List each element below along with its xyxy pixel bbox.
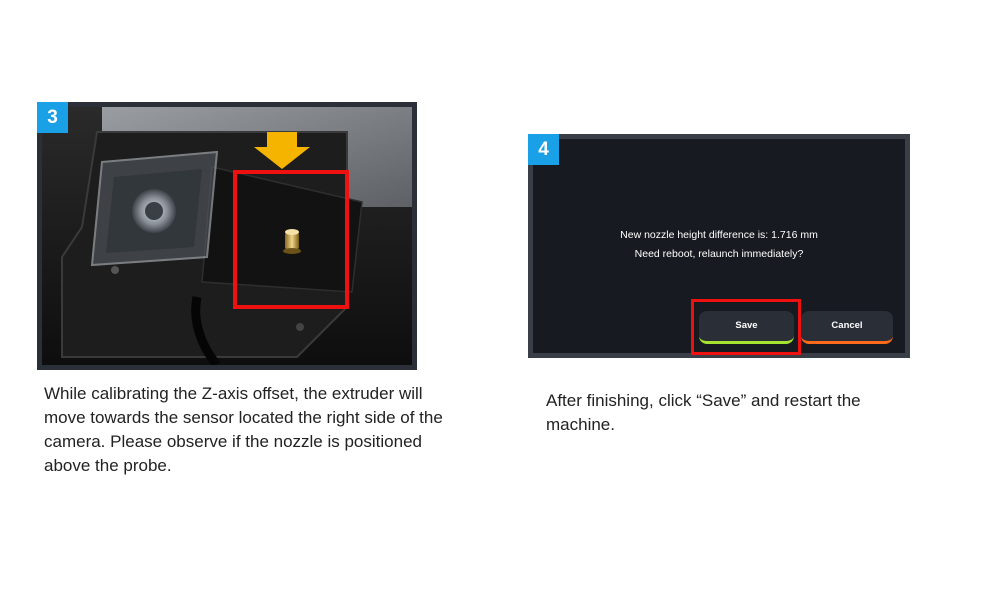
save-button-highlight	[691, 299, 801, 355]
camera-lens-center	[145, 202, 163, 220]
probe-pin-base	[283, 248, 301, 254]
step-3-caption: While calibrating the Z-axis offset, the…	[44, 384, 443, 475]
screw-1	[111, 266, 119, 274]
nozzle-height-message: New nozzle height difference is: 1.716 m…	[620, 229, 818, 241]
step-4-badge: 4	[528, 134, 559, 165]
step-4-caption: After finishing, click “Save” and restar…	[546, 391, 861, 434]
screw-2	[296, 323, 304, 331]
calibration-photo	[42, 107, 412, 365]
probe-pin-top	[285, 229, 299, 235]
camera-probe-illustration	[42, 107, 412, 365]
cancel-button[interactable]: Cancel	[801, 311, 893, 344]
step-3-badge: 3	[37, 102, 68, 133]
reboot-prompt-message: Need reboot, relaunch immediately?	[634, 248, 804, 260]
step-3-photo-panel: 3	[37, 102, 417, 370]
